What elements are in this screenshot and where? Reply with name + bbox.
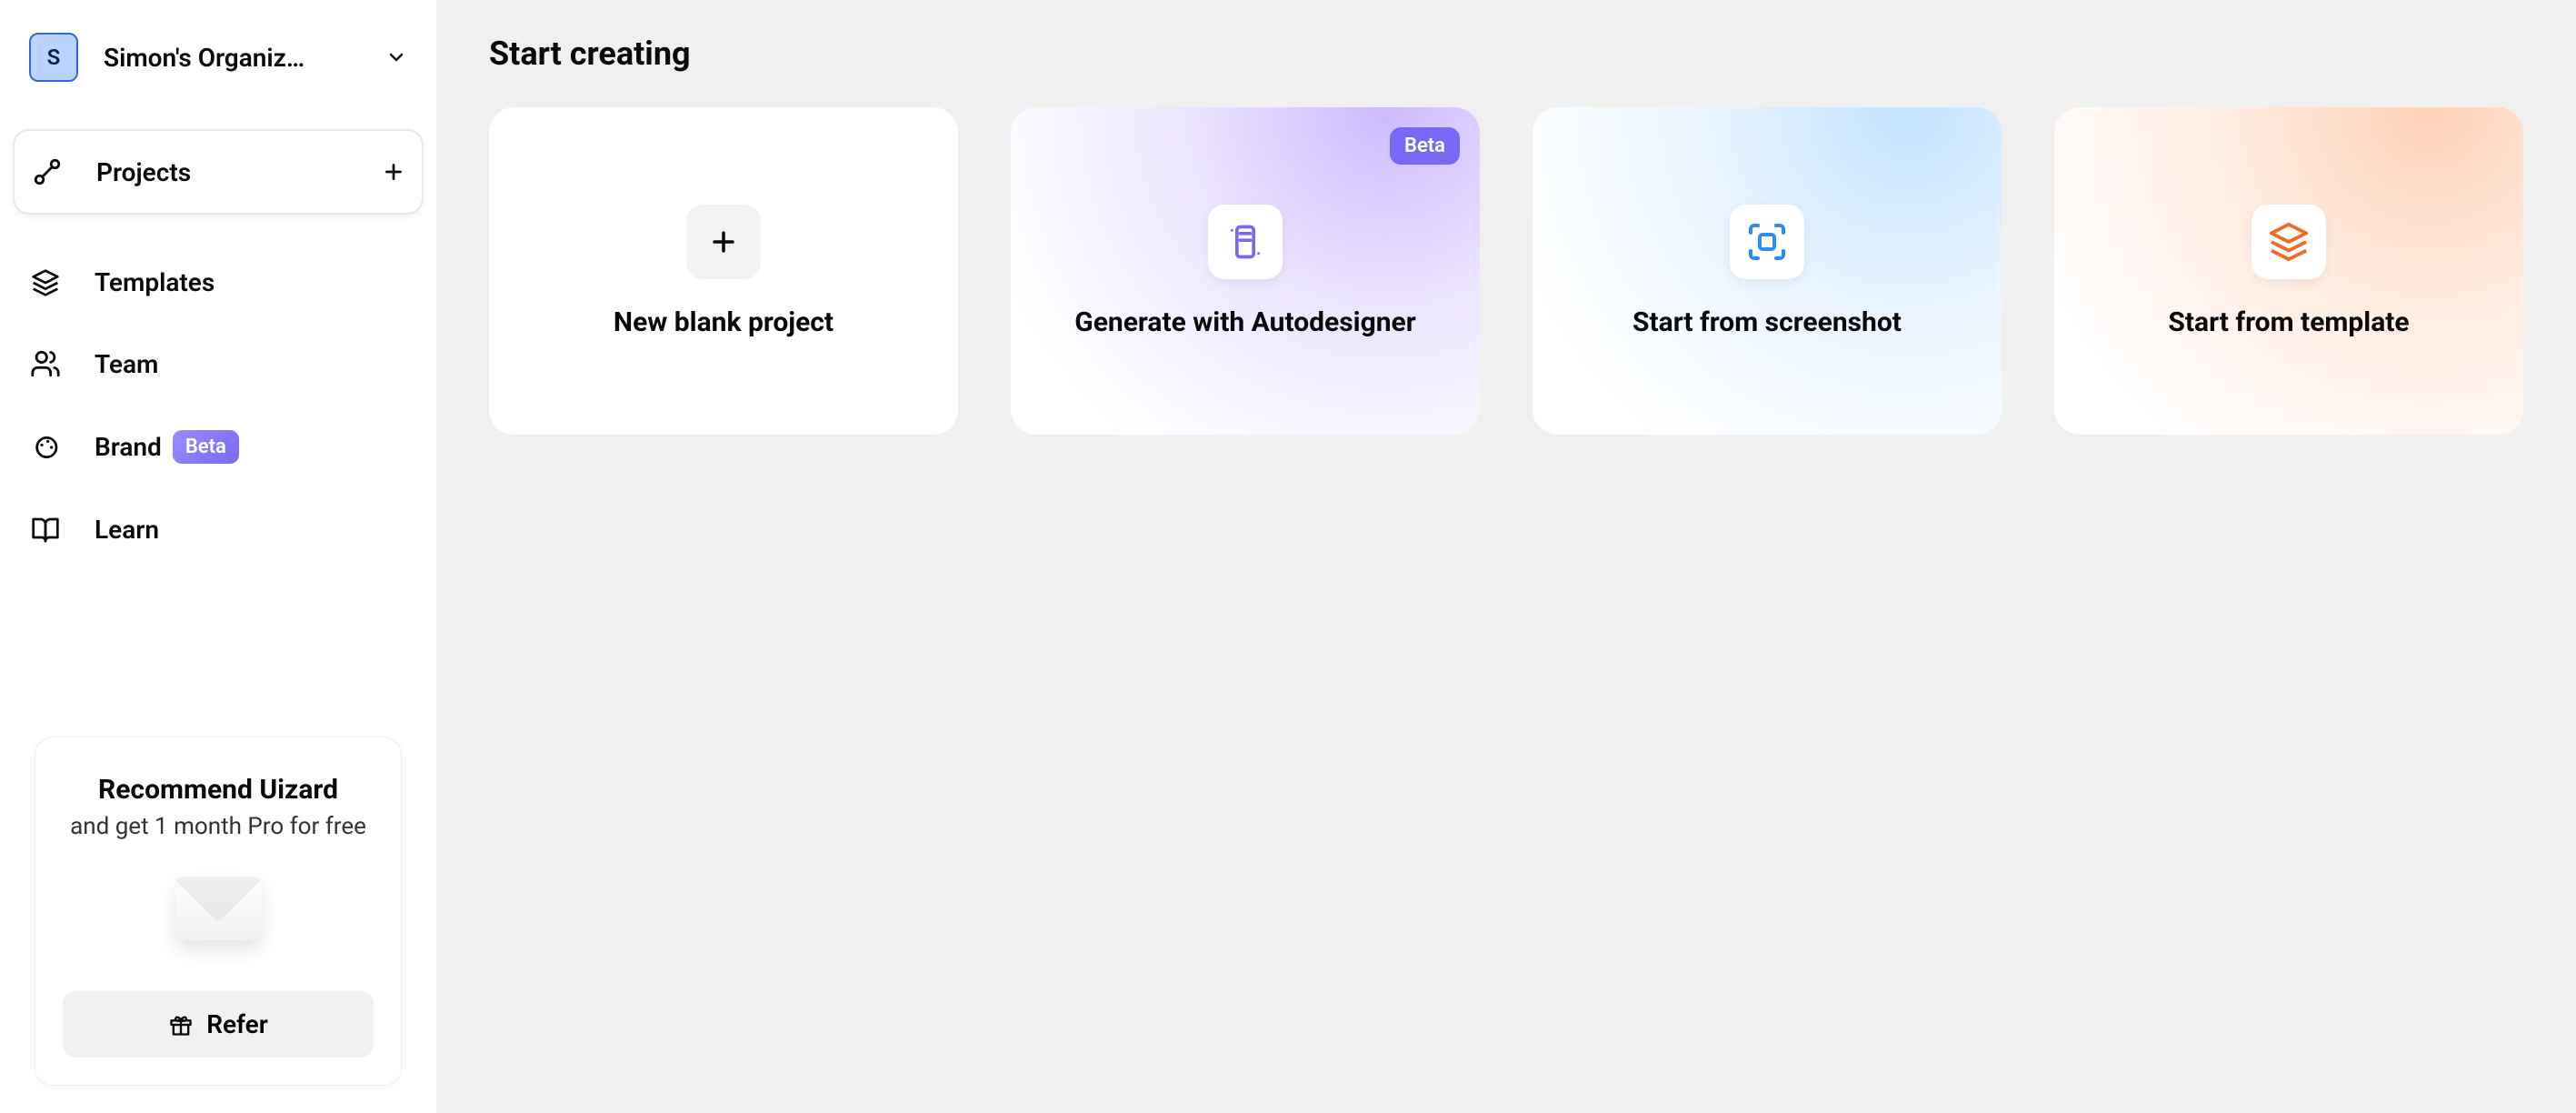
template-icon xyxy=(2252,205,2326,279)
start-cards-row: New blank project Beta Generate with Aut… xyxy=(489,107,2523,435)
sidebar-item-label: Team xyxy=(95,349,158,379)
card-title: Generate with Autodesigner xyxy=(1074,306,1415,338)
team-icon xyxy=(29,348,62,379)
beta-badge: Beta xyxy=(173,430,239,464)
sidebar-item-label: Learn xyxy=(95,515,159,545)
beta-badge: Beta xyxy=(1390,127,1460,165)
autodesigner-icon xyxy=(1208,205,1283,279)
refer-button-label: Refer xyxy=(206,1009,268,1039)
card-title: New blank project xyxy=(614,306,834,338)
sidebar-item-label: Templates xyxy=(95,267,215,297)
sidebar-item-learn[interactable]: Learn xyxy=(13,489,424,570)
card-new-blank-project[interactable]: New blank project xyxy=(489,107,958,435)
refer-button[interactable]: Refer xyxy=(63,991,374,1058)
chevron-down-icon xyxy=(385,46,407,68)
sidebar-item-projects[interactable]: Projects xyxy=(13,129,424,215)
refer-subtitle: and get 1 month Pro for free xyxy=(63,813,374,840)
sidebar-item-brand[interactable]: Brand Beta xyxy=(13,405,424,489)
page-title: Start creating xyxy=(489,35,2523,73)
main-content: Start creating New blank project Beta Ge… xyxy=(436,0,2576,1113)
sidebar-item-team[interactable]: Team xyxy=(13,323,424,405)
plus-icon xyxy=(686,205,761,279)
gift-icon xyxy=(168,1012,194,1038)
refer-title: Recommend Uizard xyxy=(63,774,374,806)
refer-card: Recommend Uizard and get 1 month Pro for… xyxy=(35,737,402,1086)
sidebar-item-templates[interactable]: Templates xyxy=(13,242,424,323)
org-name: Simon's Organiz… xyxy=(104,43,313,73)
envelope-icon xyxy=(175,877,262,940)
card-title: Start from template xyxy=(2168,306,2409,338)
org-avatar: S xyxy=(29,33,78,82)
add-project-button[interactable] xyxy=(382,160,405,184)
card-title: Start from screenshot xyxy=(1632,306,1902,338)
organization-switcher[interactable]: S Simon's Organiz… xyxy=(13,22,424,93)
sidebar: S Simon's Organiz… Projects Templates xyxy=(0,0,436,1113)
sidebar-item-label: Brand xyxy=(95,432,162,462)
card-autodesigner[interactable]: Beta Generate with Autodesigner xyxy=(1011,107,1480,435)
sidebar-item-label: Projects xyxy=(96,157,191,187)
card-start-from-template[interactable]: Start from template xyxy=(2054,107,2523,435)
learn-icon xyxy=(29,516,62,545)
brand-icon xyxy=(29,433,62,462)
projects-icon xyxy=(31,156,64,187)
card-start-from-screenshot[interactable]: Start from screenshot xyxy=(1533,107,2002,435)
templates-icon xyxy=(29,268,62,297)
screenshot-icon xyxy=(1730,205,1804,279)
